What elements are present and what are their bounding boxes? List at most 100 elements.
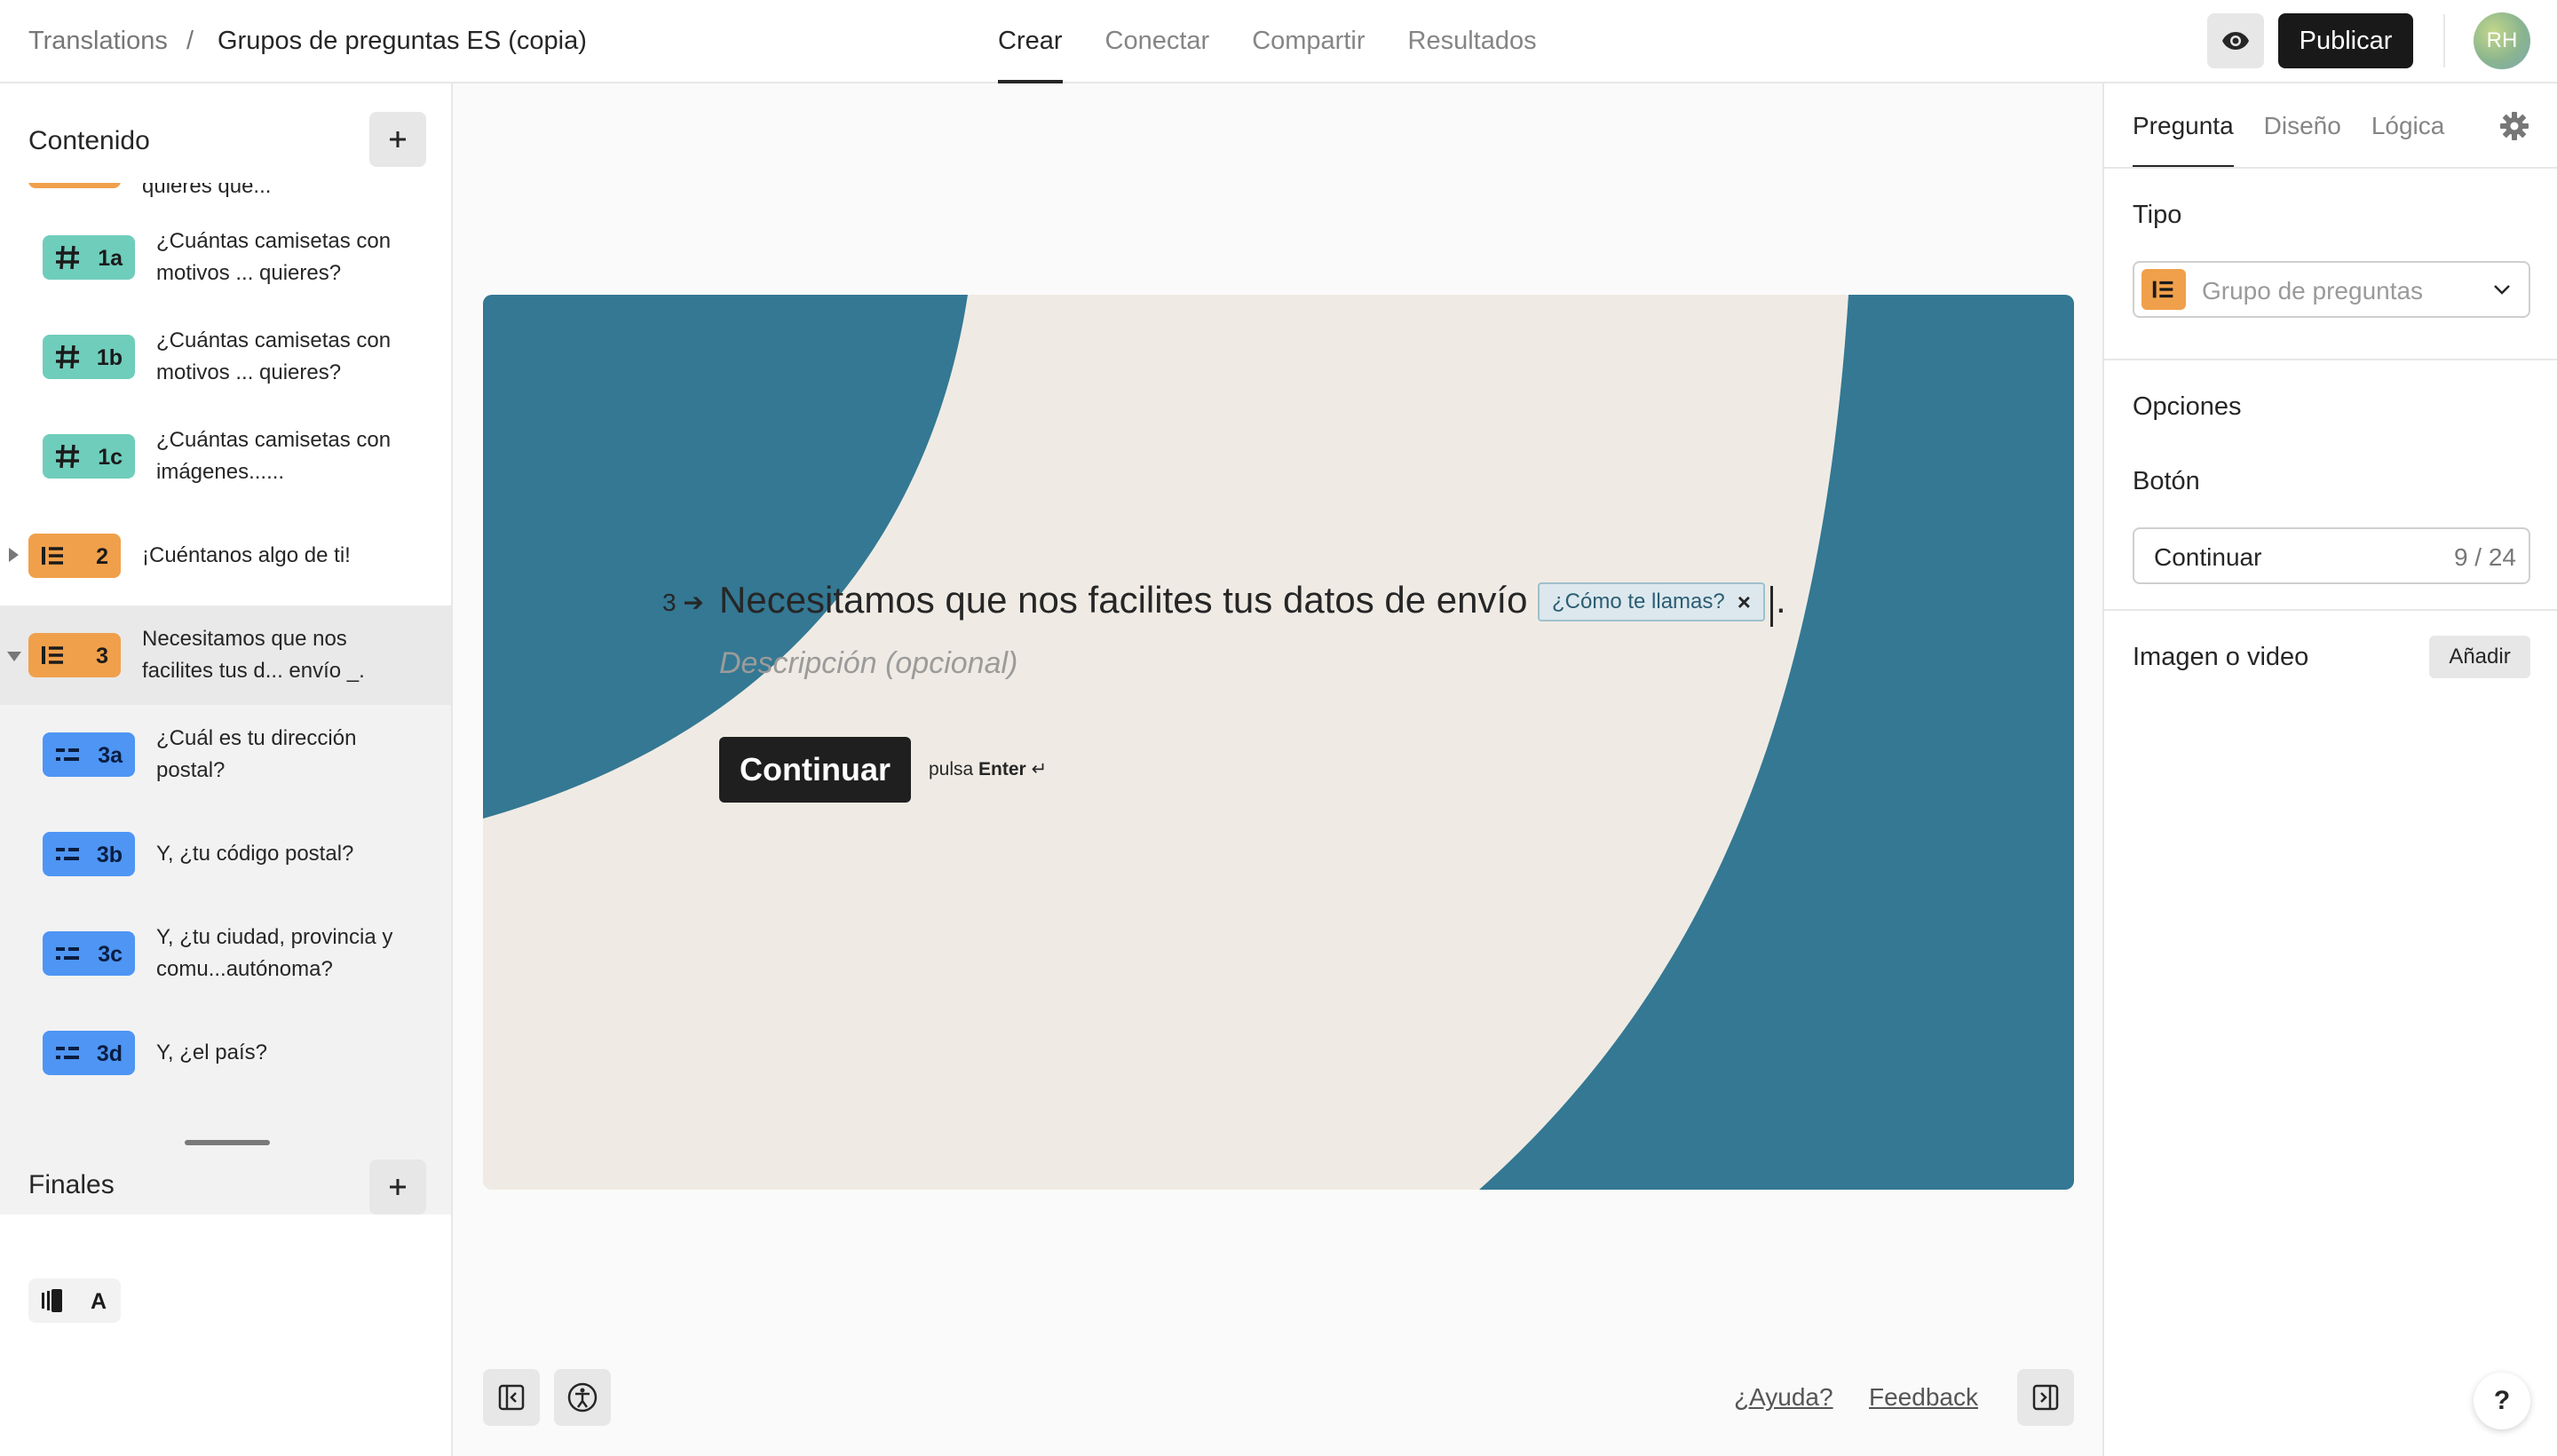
avatar[interactable]: RH [2474, 12, 2530, 69]
form-title[interactable]: Grupos de preguntas ES (copia) [218, 27, 587, 56]
list-item[interactable]: 3a ¿Cuál es tu dirección postal? [0, 705, 451, 804]
expand-caret-icon[interactable] [9, 548, 19, 562]
question-text: ¿Cuántas camisetas con motivos ... quier… [156, 229, 392, 285]
question-badge: 2 [28, 534, 121, 578]
question-badge: 3b [43, 832, 135, 876]
add-question-button[interactable] [369, 112, 426, 167]
question-badge: 3 [28, 633, 121, 677]
divider [2104, 609, 2557, 611]
short-text-icon [56, 748, 79, 761]
list-item[interactable]: 1c ¿Cuántas camisetas con imágenes...... [0, 407, 451, 506]
short-text-icon [56, 848, 79, 860]
list-item-selected[interactable]: 3 Necesitamos que nos facilites tus d...… [0, 605, 451, 705]
preview-button[interactable] [2207, 13, 2264, 68]
accessibility-button[interactable] [554, 1369, 611, 1426]
question-text: Y, ¿el país? [156, 1041, 267, 1064]
plus-icon [390, 131, 406, 147]
type-label: Tipo [2133, 201, 2182, 229]
tab-resultados[interactable]: Resultados [1387, 0, 1558, 83]
question-badge: 3d [43, 1031, 135, 1075]
question-text: quieres que... [142, 183, 272, 198]
help-button[interactable]: ? [2474, 1373, 2530, 1429]
media-label: Imagen o video [2133, 643, 2309, 671]
editor-canvas: 3 ➔ Necesitamos que nos facilites tus da… [453, 83, 2102, 1456]
question-group-icon [2152, 281, 2173, 298]
question-title-end: . [1776, 579, 1786, 621]
button-text-input[interactable]: Continuar 9 / 24 [2133, 527, 2530, 584]
chevron-down-icon [2494, 285, 2510, 295]
question-text: Necesitamos que nos facilites tus d... e… [142, 627, 365, 683]
hash-icon [56, 245, 79, 270]
list-item[interactable]: 1a ¿Cuántas camisetas con motivos ... qu… [0, 208, 451, 307]
question-type-select[interactable]: Grupo de preguntas [2133, 261, 2530, 318]
eye-icon [2222, 32, 2249, 50]
tab-pregunta[interactable]: Pregunta [2133, 83, 2234, 169]
question-badge: 3a [43, 732, 135, 777]
button-field-label: Botón [2133, 467, 2200, 495]
collapse-caret-icon[interactable] [7, 652, 21, 661]
tab-logica[interactable]: Lógica [2371, 83, 2445, 169]
question-group-icon [42, 547, 63, 565]
button-text-value: Continuar [2154, 543, 2262, 571]
content-title: Contenido [28, 126, 150, 155]
description-input[interactable]: Descripción (opcional) [719, 646, 1017, 681]
breadcrumb-separator: / [186, 27, 194, 55]
feedback-link[interactable]: Feedback [1869, 1383, 1978, 1412]
gear-icon[interactable] [2498, 110, 2530, 142]
list-item[interactable]: 3b Y, ¿tu código postal? [0, 804, 451, 904]
divider [2104, 167, 2557, 169]
toggle-left-panel-button[interactable] [483, 1369, 540, 1426]
question-badge: 1a [43, 235, 135, 280]
question-text: ¿Cuántas camisetas con motivos ... quier… [156, 328, 392, 384]
options-label: Opciones [2133, 392, 2242, 421]
continue-button[interactable]: Continuar [719, 737, 911, 803]
ending-icon [42, 1289, 62, 1312]
divider [2443, 14, 2445, 67]
ending-item[interactable]: A [28, 1278, 121, 1323]
main-tabs: Crear Conectar Compartir Resultados [977, 0, 1558, 83]
toggle-right-panel-button[interactable] [2017, 1369, 2074, 1426]
resize-handle[interactable] [185, 1140, 270, 1145]
collapse-right-panel-icon [2032, 1384, 2059, 1411]
tab-crear[interactable]: Crear [977, 0, 1084, 83]
question-type-value: Grupo de preguntas [2202, 277, 2424, 305]
divider [2104, 359, 2557, 360]
question-text: Y, ¿tu código postal? [156, 842, 354, 866]
question-preview-card[interactable]: 3 ➔ Necesitamos que nos facilites tus da… [483, 295, 2074, 1190]
question-list[interactable]: quieres que... 1a ¿Cuántas camisetas con… [0, 183, 451, 1215]
question-badge: 1b [43, 335, 135, 379]
question-group-icon [42, 646, 63, 664]
text-cursor [1770, 586, 1773, 627]
question-group-badge [2141, 269, 2186, 310]
question-badge: 3c [43, 931, 135, 976]
add-media-button[interactable]: Añadir [2429, 636, 2530, 678]
tab-compartir[interactable]: Compartir [1231, 0, 1386, 83]
question-badge [28, 183, 121, 188]
list-item[interactable]: 2 ¡Cuéntanos algo de ti! [0, 506, 451, 605]
close-icon[interactable]: × [1738, 589, 1751, 616]
question-title[interactable]: Necesitamos que nos facilites tus datos … [719, 579, 1528, 621]
help-link[interactable]: ¿Ayuda? [1734, 1383, 1833, 1412]
content-sidebar: Contenido quieres que... 1a ¿Cuántas cam… [0, 83, 453, 1456]
question-text: ¡Cuéntanos algo de ti! [142, 543, 351, 567]
plus-icon [390, 1179, 406, 1195]
question-text: ¿Cuántas camisetas con imágenes...... [156, 428, 392, 484]
question-text: Y, ¿tu ciudad, provincia y comu...autóno… [156, 925, 393, 981]
panel-tabs: Pregunta Diseño Lógica [2133, 83, 2444, 169]
list-item[interactable]: 3d Y, ¿el país? [0, 1003, 451, 1103]
top-bar: Translations / Grupos de preguntas ES (c… [0, 0, 2557, 83]
recall-chip-label: ¿Cómo te llamas? [1552, 590, 1725, 613]
publish-button[interactable]: Publicar [2278, 13, 2413, 68]
tab-diseno[interactable]: Diseño [2264, 83, 2341, 169]
breadcrumb-workspace[interactable]: Translations [28, 27, 168, 56]
recall-chip[interactable]: ¿Cómo te llamas? × [1538, 582, 1765, 621]
hash-icon [56, 344, 79, 369]
list-item[interactable]: 3c Y, ¿tu ciudad, provincia y comu...aut… [0, 904, 451, 1003]
tab-conectar[interactable]: Conectar [1084, 0, 1231, 83]
add-ending-button[interactable] [369, 1159, 426, 1215]
accessibility-icon [567, 1382, 598, 1412]
endings-title: Finales [28, 1170, 115, 1199]
list-item[interactable]: 1b ¿Cuántas camisetas con motivos ... qu… [0, 307, 451, 407]
short-text-icon [56, 1047, 79, 1059]
list-item[interactable]: quieres que... [0, 183, 451, 208]
